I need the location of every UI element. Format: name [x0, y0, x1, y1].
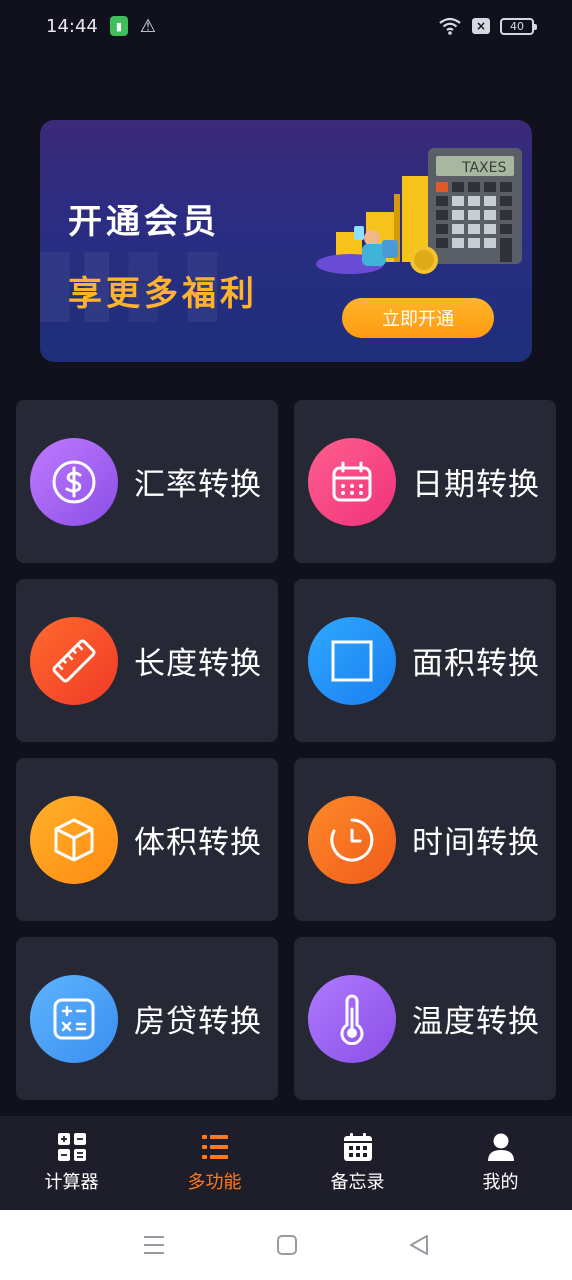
activate-membership-button[interactable]: 立即开通	[342, 298, 494, 338]
nav-label: 多功能	[187, 1172, 242, 1193]
dollar-icon	[30, 437, 118, 526]
banner-illustration: TAXES	[316, 148, 522, 274]
feature-label: 体积转换	[134, 825, 262, 861]
nav-item-multifunction[interactable]: 多功能	[143, 1116, 286, 1210]
banner-subtitle: 享更多福利	[68, 274, 258, 314]
back-icon[interactable]	[408, 1234, 430, 1256]
thermometer-icon	[308, 974, 396, 1063]
feature-label: 汇率转换	[134, 467, 262, 503]
memo-calendar-icon	[343, 1133, 372, 1161]
clock-icon	[308, 795, 396, 884]
ruler-icon	[30, 616, 118, 705]
warning-icon: ⚠	[139, 15, 157, 37]
status-bar: 14:44 ▮ ⚠ × 40	[0, 0, 572, 52]
user-icon	[487, 1133, 514, 1161]
status-time: 14:44	[46, 15, 98, 37]
feature-card-length[interactable]: 长度转换	[16, 579, 278, 742]
nav-label: 我的	[482, 1172, 519, 1193]
feature-card-temperature[interactable]: 温度转换	[294, 937, 556, 1100]
menu-icon[interactable]	[142, 1234, 166, 1256]
battery-level: 40	[510, 19, 524, 33]
battery-icon: 40	[500, 17, 537, 35]
membership-banner[interactable]: 开通会员 享更多福利 TAXES 立即开通	[40, 120, 532, 362]
nav-item-profile[interactable]: 我的	[429, 1116, 572, 1210]
feature-label: 温度转换	[412, 1004, 540, 1040]
feature-label: 时间转换	[412, 825, 540, 861]
nav-label: 备忘录	[330, 1172, 385, 1193]
sim-off-icon: ×	[472, 18, 490, 34]
calendar-icon	[308, 437, 396, 526]
nav-item-calculator[interactable]: 计算器	[0, 1116, 143, 1210]
wifi-icon	[439, 17, 461, 35]
feature-card-date[interactable]: 日期转换	[294, 400, 556, 563]
calculator-grid-icon	[57, 1133, 86, 1161]
nav-label: 计算器	[44, 1172, 99, 1193]
feature-label: 长度转换	[134, 646, 262, 682]
feature-card-mortgage[interactable]: 房贷转换	[16, 937, 278, 1100]
nav-item-memo[interactable]: 备忘录	[286, 1116, 429, 1210]
feature-card-area[interactable]: 面积转换	[294, 579, 556, 742]
feature-card-time[interactable]: 时间转换	[294, 758, 556, 921]
feature-label: 面积转换	[412, 646, 540, 682]
feature-card-volume[interactable]: 体积转换	[16, 758, 278, 921]
banner-title: 开通会员	[68, 202, 220, 242]
home-icon[interactable]	[276, 1234, 298, 1256]
app-notification-icon: ▮	[109, 16, 128, 36]
feature-label: 房贷转换	[134, 1004, 262, 1040]
banner-art-label: TAXES	[461, 160, 506, 176]
cube-icon	[30, 795, 118, 884]
feature-card-exchange-rate[interactable]: 汇率转换	[16, 400, 278, 563]
system-nav-bar	[0, 1210, 572, 1280]
feature-label: 日期转换	[412, 467, 540, 503]
bottom-nav: 计算器 多功能 备忘录 我的	[0, 1116, 572, 1210]
square-icon	[308, 616, 396, 705]
calculator-icon	[30, 974, 118, 1063]
list-icon	[201, 1135, 228, 1159]
